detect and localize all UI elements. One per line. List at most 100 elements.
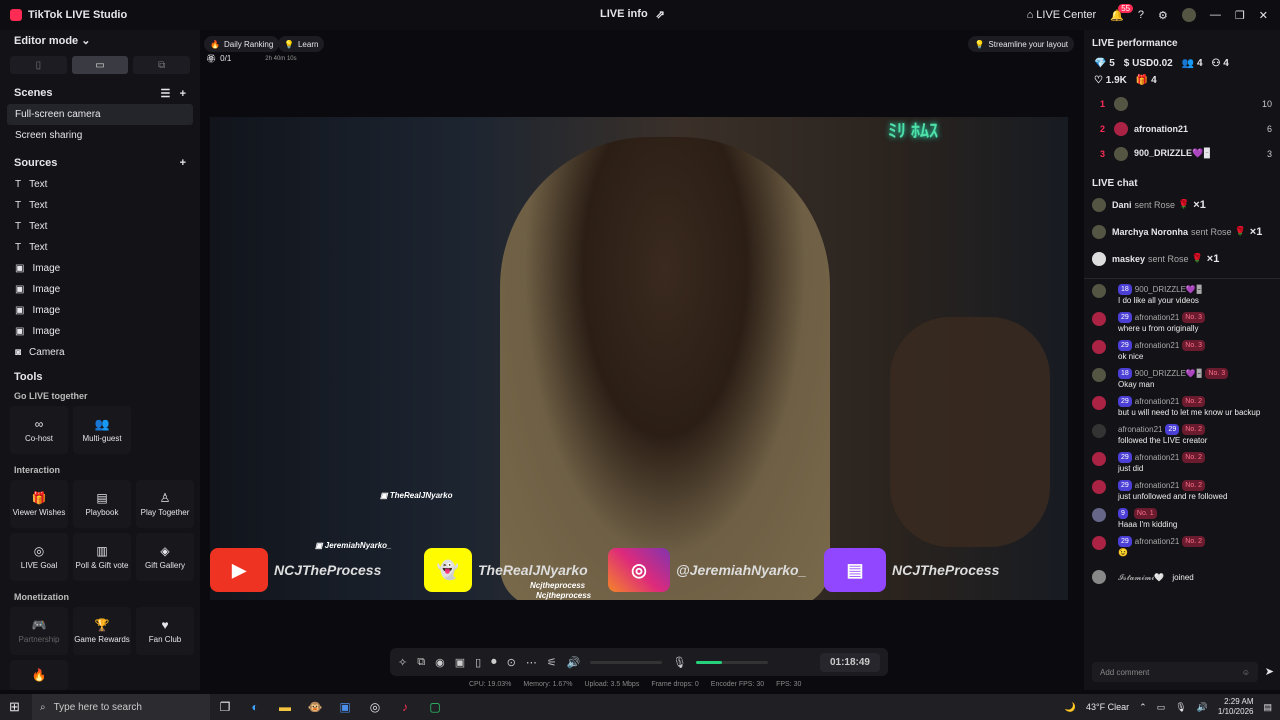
chat-message[interactable]: 18 900_DRIZZLE💜🁢 I do like all your videos bbox=[1084, 281, 1280, 309]
add-source-icon[interactable]: + bbox=[180, 157, 186, 169]
speaker-volume-slider[interactable] bbox=[590, 660, 663, 664]
maximize-button[interactable]: ❐ bbox=[1235, 9, 1245, 22]
interaction-header: Interaction bbox=[14, 465, 61, 475]
source-item[interactable]: T Text bbox=[0, 216, 200, 237]
app-icon[interactable]: ▣ bbox=[330, 694, 360, 720]
tiktok-icon[interactable]: ♪ bbox=[390, 694, 420, 720]
chat-message[interactable]: 29 afronation21 No. 3 ok nice bbox=[1084, 337, 1280, 365]
task-view-icon[interactable]: ❐ bbox=[210, 694, 240, 720]
game-rewards-button[interactable]: 🏆 Game Rewards bbox=[73, 607, 131, 655]
chat-message[interactable]: 29 afronation21 No. 2 😉 bbox=[1084, 533, 1280, 561]
chat-message[interactable]: afronation21 29 No. 2 followed the LIVE cre… bbox=[1084, 421, 1280, 449]
camera-preview[interactable]: ﾐﾘ ﾎﾑｽ ▣ TheRealJNyarko ▣ JeremiahNyarko… bbox=[210, 117, 1068, 600]
chat-message[interactable]: 29 afronation21 No. 2 just did bbox=[1084, 449, 1280, 477]
gear-icon[interactable]: ⚙ bbox=[1158, 9, 1168, 22]
obs-icon[interactable]: ◎ bbox=[360, 694, 390, 720]
source-item[interactable]: T Text bbox=[0, 174, 200, 195]
chat-message[interactable]: 18 900_DRIZZLE💜🁢 No. 3 Okay man bbox=[1084, 365, 1280, 393]
magic-wand-icon[interactable]: ✧ bbox=[398, 656, 407, 669]
youtube-icon: ▶ bbox=[210, 548, 268, 592]
layout-icon[interactable]: ⧉ bbox=[417, 656, 425, 669]
help-icon[interactable]: ? bbox=[1138, 9, 1144, 21]
network-icon[interactable]: ▭ bbox=[1157, 702, 1166, 713]
source-item[interactable]: ▣ Image bbox=[0, 279, 200, 300]
source-item[interactable]: T Text bbox=[0, 237, 200, 258]
ranking-row[interactable]: 2 afronation21 6 bbox=[1084, 116, 1280, 141]
live-info[interactable]: LIVE info ⇗ bbox=[600, 8, 665, 21]
taskbar-search[interactable]: ⌕ Type here to search bbox=[32, 694, 210, 720]
mic-volume-slider[interactable] bbox=[696, 660, 769, 664]
daily-ranking-button[interactable]: 🔥 Daily Ranking bbox=[204, 36, 280, 52]
chat-message[interactable]: 9 No. 1 Haaa I'm kidding bbox=[1084, 505, 1280, 533]
phone-icon[interactable]: ▯ bbox=[475, 656, 481, 669]
instagram-icon: ◎ bbox=[608, 548, 670, 592]
source-item[interactable]: ▣ Image bbox=[0, 321, 200, 342]
image-icon: ▣ bbox=[15, 305, 25, 316]
avatar bbox=[1092, 424, 1106, 438]
avatar bbox=[1114, 121, 1128, 136]
goal-progress[interactable]: 🏵 0/1 2h 40m 10s bbox=[206, 54, 297, 63]
file-explorer-icon[interactable]: ▬ bbox=[270, 694, 300, 720]
microphone-tray-icon[interactable]: 🎙 bbox=[1175, 702, 1186, 713]
clock[interactable]: 2:29 AM 1/10/2026 bbox=[1218, 697, 1254, 717]
add-scene-icon[interactable]: + bbox=[180, 88, 186, 100]
scene-item[interactable]: Screen sharing bbox=[0, 125, 200, 146]
source-item[interactable]: ▣ Image bbox=[0, 300, 200, 321]
portrait-mode-button[interactable]: ▯ bbox=[10, 56, 67, 74]
close-button[interactable]: ✕ bbox=[1259, 9, 1268, 22]
source-item[interactable]: ◙ Camera bbox=[0, 342, 200, 363]
edge-icon[interactable]: ◐ bbox=[240, 694, 270, 720]
speaker-icon[interactable]: 🔊 bbox=[567, 656, 581, 669]
ranking-row[interactable]: 3 900_DRIZZLE💜🁢 3 bbox=[1084, 141, 1280, 166]
viewer-wishes-button[interactable]: 🎁 Viewer Wishes bbox=[10, 480, 68, 528]
partnership-button[interactable]: 🎮 Partnership bbox=[10, 607, 68, 655]
rose-icon: 🌹 bbox=[1178, 199, 1190, 209]
more-icon[interactable]: ⋯ bbox=[526, 656, 537, 669]
screen-icon[interactable]: ▣ bbox=[455, 656, 465, 669]
source-item[interactable]: T Text bbox=[0, 195, 200, 216]
landscape-mode-button[interactable]: ▭ bbox=[71, 56, 129, 74]
source-item[interactable]: ▣ Image bbox=[0, 258, 200, 279]
scene-item[interactable]: Full-screen camera bbox=[7, 104, 193, 125]
cohost-button[interactable]: ∞ Co-host bbox=[10, 406, 68, 454]
monkey-app-icon[interactable]: 🐵 bbox=[300, 694, 330, 720]
streamline-button[interactable]: 💡 Streamline your layout bbox=[968, 36, 1074, 52]
more-tool-button[interactable]: 🔥 bbox=[10, 660, 68, 690]
play-together-button[interactable]: ♙ Play Together bbox=[136, 480, 194, 528]
emoji-icon[interactable]: ☺ bbox=[1242, 668, 1250, 677]
poll-button[interactable]: ▥ Poll & Gift vote bbox=[73, 533, 131, 581]
ranking-row[interactable]: 1 10 bbox=[1084, 91, 1280, 116]
youtube-handle: NCJTheProcess bbox=[274, 562, 382, 578]
windows-start-icon[interactable]: ⊞ bbox=[9, 699, 20, 715]
list-icon[interactable]: ☰ bbox=[161, 88, 171, 100]
settings-slider-icon[interactable]: ⚟ bbox=[547, 656, 557, 669]
multiguest-button[interactable]: 👥 Multi-guest bbox=[73, 406, 131, 454]
snapchat-icon: 👻 bbox=[424, 548, 472, 592]
notification-center-icon[interactable]: ▤ bbox=[1263, 702, 1272, 713]
record-icon[interactable]: ⏺ bbox=[491, 656, 497, 669]
minimize-button[interactable]: — bbox=[1210, 9, 1221, 21]
editor-mode-dropdown[interactable]: Editor mode ⌄ bbox=[0, 30, 200, 50]
learn-button[interactable]: 💡 Learn bbox=[278, 36, 325, 52]
live-studio-icon[interactable]: ▢ bbox=[420, 694, 450, 720]
fan-club-button[interactable]: ♥ Fan Club bbox=[136, 607, 194, 655]
dual-mode-button[interactable]: ⧉ bbox=[133, 56, 191, 74]
microphone-icon[interactable]: 🎙 bbox=[672, 656, 686, 669]
chat-message[interactable]: 29 afronation21 No. 2 just unfollowed and r… bbox=[1084, 477, 1280, 505]
weather[interactable]: 43°F Clear bbox=[1086, 702, 1129, 712]
chevron-up-icon[interactable]: ⌃ bbox=[1139, 702, 1147, 713]
replay-icon[interactable]: ⊙ bbox=[507, 656, 516, 669]
gift-gallery-button[interactable]: ◈ Gift Gallery bbox=[136, 533, 194, 581]
effects-icon[interactable]: ◉ bbox=[435, 656, 445, 669]
comment-input[interactable]: Add comment ☺ bbox=[1092, 662, 1258, 682]
live-center-button[interactable]: ⌂ LIVE Center bbox=[1027, 9, 1097, 21]
chat-message[interactable]: 29 afronation21 No. 3 where u from original… bbox=[1084, 309, 1280, 337]
performance-stats: 💎 5 $ USD0.02 👥 4 ⚇ 4 bbox=[1094, 58, 1229, 69]
chat-message[interactable]: 29 afronation21 No. 2 but u will need to le… bbox=[1084, 393, 1280, 421]
playbook-button[interactable]: ▤ Playbook bbox=[73, 480, 131, 528]
notification-icon[interactable]: 🔔 55 bbox=[1110, 3, 1134, 22]
avatar[interactable] bbox=[1181, 8, 1196, 22]
live-goal-button[interactable]: ◎ LIVE Goal bbox=[10, 533, 68, 581]
volume-icon[interactable]: 🔊 bbox=[1197, 702, 1208, 713]
send-icon[interactable]: ➤ bbox=[1265, 665, 1274, 678]
